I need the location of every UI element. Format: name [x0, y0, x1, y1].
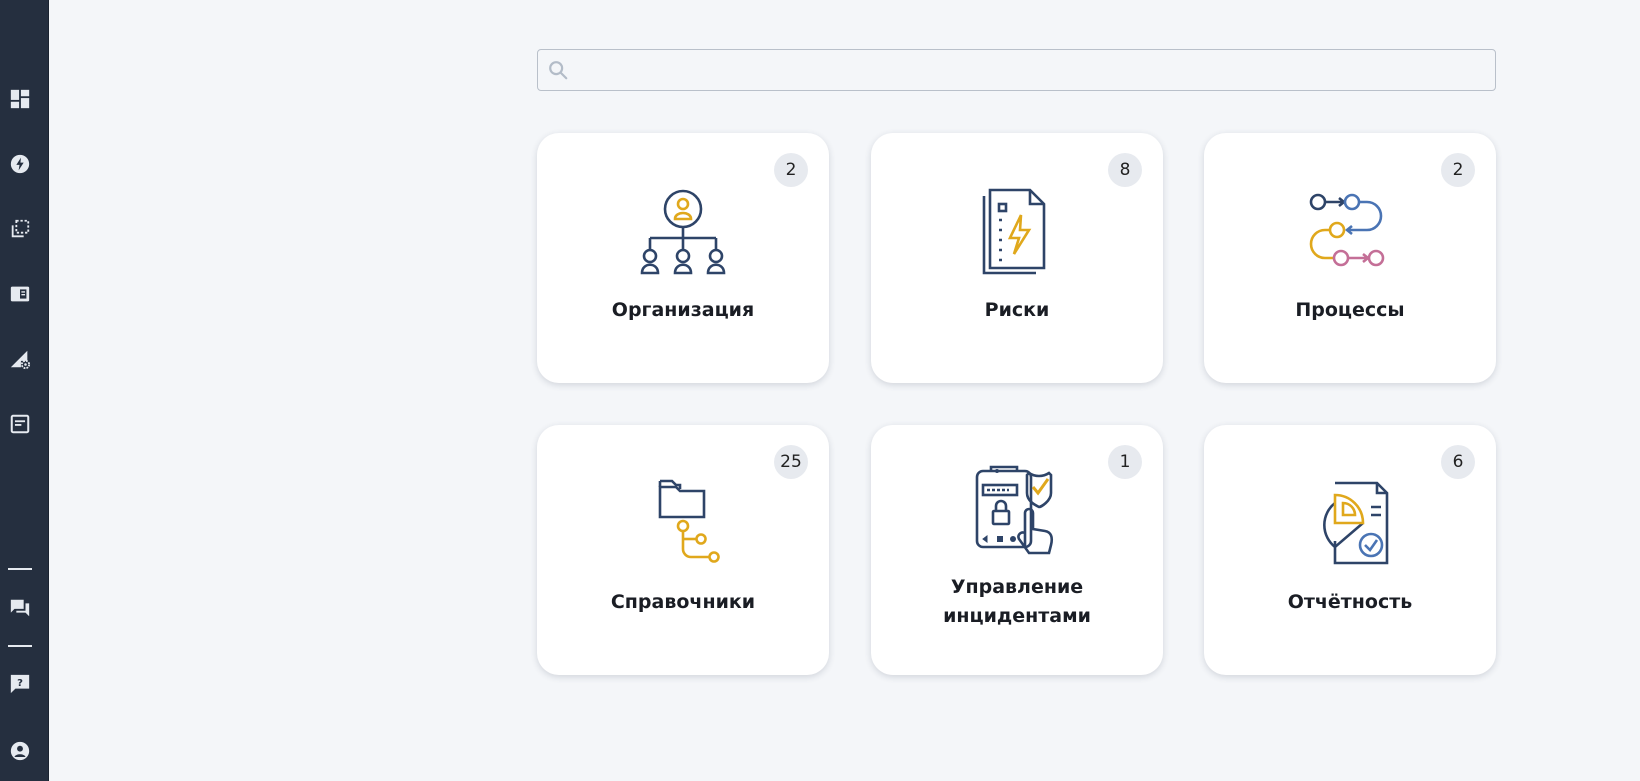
card-reports[interactable]: 6 Отчётность	[1204, 425, 1496, 675]
sidebar: ?	[0, 0, 49, 781]
card-title: Справочники	[610, 591, 756, 613]
card-title-line1: Управление	[950, 576, 1084, 598]
search-input[interactable]	[578, 50, 1495, 90]
sidebar-item-help[interactable]: ?	[7, 671, 33, 697]
sidebar-divider	[8, 568, 32, 570]
folder-tree-icon	[658, 479, 720, 563]
sidebar-item-dashboard[interactable]	[7, 86, 33, 112]
sidebar-item-copy[interactable]	[7, 216, 33, 242]
risk-document-icon	[982, 188, 1046, 275]
count-badge: 8	[1108, 153, 1142, 187]
count-badge: 6	[1441, 445, 1475, 479]
copy-icon	[11, 219, 30, 238]
svg-text:?: ?	[17, 678, 23, 689]
card-organization[interactable]: 2 Организация	[537, 133, 829, 383]
sidebar-item-book[interactable]	[7, 281, 33, 307]
count-badge: 2	[774, 153, 808, 187]
lightning-icon	[10, 154, 30, 174]
card-processes[interactable]: 2 Процессы	[1204, 133, 1496, 383]
card-incident-management[interactable]: 1 Управление инцидентами	[871, 425, 1163, 675]
incident-security-icon	[975, 465, 1054, 555]
sidebar-divider	[8, 645, 32, 647]
sidebar-item-profile[interactable]	[7, 738, 33, 764]
search-icon	[538, 50, 578, 90]
count-badge: 2	[1441, 153, 1475, 187]
process-flow-icon	[1309, 193, 1385, 267]
help-icon: ?	[10, 674, 30, 694]
card-risks[interactable]: 8 Риски	[871, 133, 1163, 383]
chat-icon	[10, 599, 30, 617]
card-directories[interactable]: 25 Справочники	[537, 425, 829, 675]
count-badge: 25	[774, 445, 808, 479]
organization-icon	[640, 189, 726, 275]
card-title-line2: инцидентами	[943, 605, 1091, 627]
count-badge: 1	[1108, 445, 1142, 479]
dashboard-icon	[10, 89, 30, 109]
card-title: Процессы	[1295, 299, 1405, 321]
triangle-gear-icon	[10, 350, 31, 370]
card-title: Организация	[611, 299, 755, 321]
sidebar-item-documents[interactable]	[7, 411, 33, 437]
card-title: Риски	[984, 299, 1050, 321]
book-icon	[10, 286, 30, 302]
card-title: Отчётность	[1287, 591, 1413, 613]
sidebar-item-incidents[interactable]	[7, 151, 33, 177]
user-icon	[10, 741, 30, 761]
sidebar-item-chat[interactable]	[7, 595, 33, 621]
sidebar-item-settings[interactable]	[7, 346, 33, 372]
report-chart-icon	[1323, 481, 1389, 565]
document-icon	[10, 414, 30, 434]
search-bar[interactable]	[537, 49, 1496, 91]
